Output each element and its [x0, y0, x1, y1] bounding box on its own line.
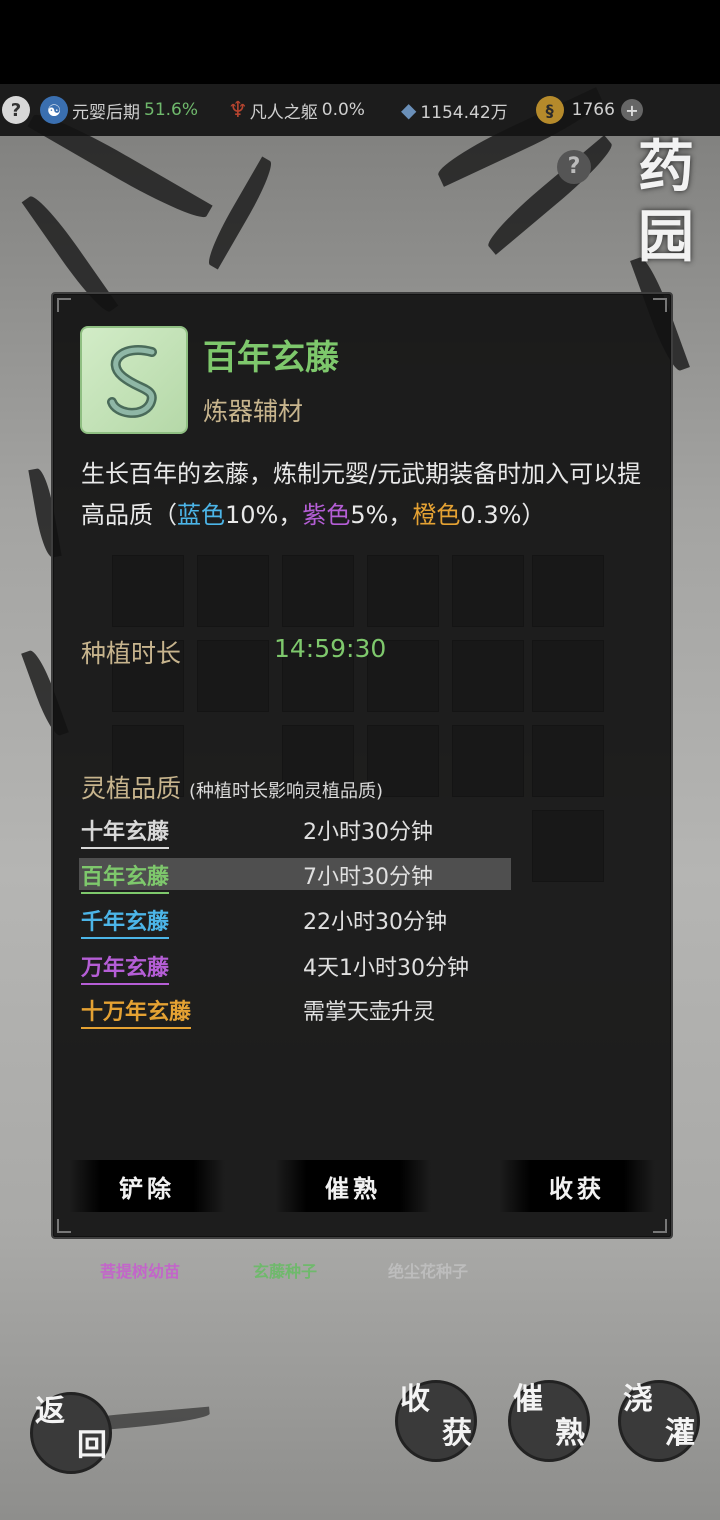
- help-icon[interactable]: ?: [2, 96, 30, 124]
- quality-tier-row: 万年玄藤 4天1小时30分钟: [81, 950, 521, 985]
- tier-time: 22小时30分钟: [303, 910, 447, 935]
- desc-blue-value: 10%，: [225, 501, 303, 529]
- realm-percent: 51.6%: [144, 100, 199, 120]
- ripen-char-2: 熟: [555, 1416, 585, 1451]
- desc-purple-value: 5%，: [350, 501, 413, 529]
- tier-name[interactable]: 十年玄藤: [81, 814, 170, 849]
- tier-time: 4天1小时30分钟: [303, 956, 469, 981]
- harvest-all-button[interactable]: 收 获: [395, 1380, 477, 1462]
- seed-label-3[interactable]: 绝尘花种子: [388, 1258, 468, 1282]
- quality-tier-row: 百年玄藤 7小时30分钟: [81, 859, 521, 894]
- page-title: 药 园: [634, 132, 698, 272]
- harvest-button[interactable]: 收获: [499, 1160, 655, 1212]
- ripen-all-button[interactable]: 催 熟: [508, 1380, 590, 1462]
- seed-label-2[interactable]: 玄藤种子: [253, 1258, 317, 1282]
- water-char-1: 浇: [623, 1382, 653, 1417]
- tier-time: 需掌天壶升灵: [303, 1000, 436, 1025]
- vine-icon-graphic: [107, 345, 157, 418]
- item-name: 百年玄藤: [203, 338, 339, 378]
- back-char-1: 返: [35, 1394, 65, 1429]
- vine-icon: [80, 326, 188, 434]
- quality-tier-row: 十年玄藤 2小时30分钟: [81, 814, 521, 849]
- growth-time-label: 种植时长: [81, 639, 182, 668]
- page-title-char-2: 园: [638, 204, 694, 270]
- page-title-char-1: 药: [638, 134, 694, 200]
- seed-label-1[interactable]: 菩提树幼苗: [100, 1258, 180, 1282]
- quality-section: 灵植品质 (种植时长影响灵植品质): [81, 769, 383, 805]
- ripen-char-1: 催: [513, 1382, 543, 1417]
- body-percent: 0.0%: [321, 100, 365, 120]
- body-icon: ♆: [228, 97, 248, 123]
- quality-tier-row: 千年玄藤 22小时30分钟: [81, 904, 521, 939]
- tier-time: 7小时30分钟: [303, 865, 433, 890]
- gold-coin-icon: §: [535, 96, 564, 124]
- quality-tier-row: 十万年玄藤 需掌天壶升灵: [81, 994, 521, 1029]
- desc-blue-label: 蓝色: [177, 501, 225, 529]
- body-name: 凡人之躯: [249, 102, 318, 123]
- water-button[interactable]: 浇 灌: [618, 1380, 700, 1462]
- growth-time-value: 14:59:30: [274, 634, 387, 663]
- garden-help-button[interactable]: ?: [557, 150, 591, 184]
- currency-amount: 1766: [571, 100, 615, 120]
- back-button[interactable]: 返 回: [30, 1392, 112, 1474]
- tier-name[interactable]: 十万年玄藤: [81, 994, 192, 1029]
- desc-orange-label: 橙色: [412, 501, 461, 529]
- tier-name[interactable]: 百年玄藤: [81, 859, 170, 894]
- add-currency-button[interactable]: +: [620, 99, 643, 121]
- item-description: 生长百年的玄藤，炼制元婴/元武期装备时加入可以提高品质（蓝色10%，紫色5%，橙…: [81, 454, 656, 536]
- tier-name[interactable]: 千年玄藤: [81, 904, 170, 939]
- harvest-char-2: 获: [442, 1416, 472, 1451]
- item-detail-dialog: 百年玄藤 炼器辅材 生长百年的玄藤，炼制元婴/元武期装备时加入可以提高品质（蓝色…: [51, 292, 673, 1239]
- tier-time: 2小时30分钟: [303, 820, 433, 845]
- desc-purple-label: 紫色: [302, 501, 351, 529]
- spirit-stone-icon: ◆: [400, 98, 417, 122]
- desc-orange-value: 0.3%）: [460, 501, 546, 529]
- quality-note: (种植时长影响灵植品质): [188, 781, 384, 802]
- realm-icon: ☯: [40, 96, 68, 124]
- water-char-2: 灌: [665, 1416, 695, 1451]
- back-char-2: 回: [77, 1428, 107, 1463]
- item-type: 炼器辅材: [203, 397, 304, 426]
- quality-label: 灵植品质: [81, 774, 182, 803]
- ripen-button[interactable]: 催熟: [275, 1160, 431, 1212]
- realm-name: 元婴后期: [72, 102, 140, 123]
- status-bar: ? ☯ 元婴后期 51.6% ♆ 凡人之躯 0.0% ◆ 1154.42万 § …: [0, 84, 720, 136]
- harvest-char-1: 收: [400, 1382, 430, 1417]
- spirit-stone-amount: 1154.42万: [420, 102, 508, 123]
- remove-button[interactable]: 铲除: [69, 1160, 225, 1212]
- tier-name[interactable]: 万年玄藤: [81, 950, 170, 985]
